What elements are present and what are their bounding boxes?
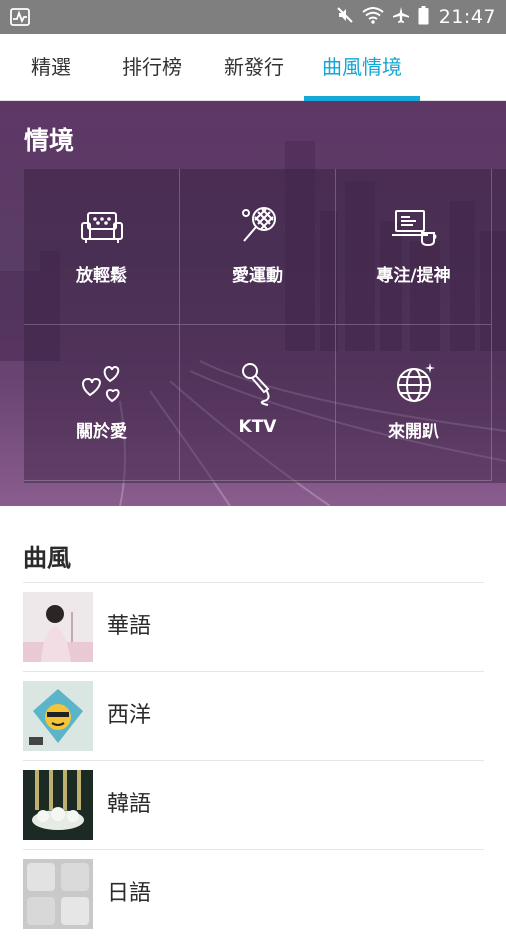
scenario-grid: 放輕鬆 愛運動 專注/提神 關於愛 KTV 來開趴	[24, 169, 506, 483]
hearts-icon	[24, 359, 179, 407]
status-clock: 21:47	[438, 6, 496, 28]
genre-label: 日語	[107, 881, 152, 906]
genre-label: 西洋	[107, 703, 152, 728]
pulse-icon	[10, 8, 30, 30]
laptop-coffee-icon	[336, 203, 491, 251]
status-bar: 21:47	[0, 0, 506, 34]
genre-item-western[interactable]: 西洋	[23, 671, 484, 760]
genre-thumbnail	[23, 859, 93, 929]
genre-section-title: 曲風	[23, 544, 71, 572]
genre-label: 華語	[107, 614, 152, 639]
scenario-love[interactable]: 關於愛	[24, 325, 180, 481]
scenario-section-title: 情境	[24, 126, 75, 155]
genre-thumbnail	[23, 770, 93, 840]
genre-list: 華語 西洋 韓語 日語	[23, 582, 484, 938]
battery-icon	[418, 5, 429, 29]
scenario-sports[interactable]: 愛運動	[180, 169, 336, 325]
airplane-icon	[392, 6, 410, 28]
scenario-focus[interactable]: 專注/提神	[336, 169, 492, 325]
tab-bar: 精選 排行榜 新發行 曲風情境	[0, 34, 506, 101]
scenario-section: 情境 放輕鬆 愛運動 專注/提神 關於愛 KTV 來開趴	[0, 101, 506, 506]
scenario-label: 來開趴	[388, 422, 439, 442]
scenario-label: 關於愛	[76, 422, 127, 442]
mute-icon	[336, 6, 354, 28]
scenario-ktv[interactable]: KTV	[180, 325, 336, 481]
genre-item-korean[interactable]: 韓語	[23, 760, 484, 849]
tennis-racket-icon	[180, 203, 335, 251]
tab-featured[interactable]: 精選	[18, 34, 84, 100]
genre-label: 韓語	[107, 792, 152, 817]
tab-new-releases[interactable]: 新發行	[214, 34, 294, 100]
scenario-party[interactable]: 來開趴	[336, 325, 492, 481]
microphone-icon	[180, 359, 335, 407]
sofa-icon	[24, 203, 179, 251]
tab-charts[interactable]: 排行榜	[112, 34, 192, 100]
scenario-relax[interactable]: 放輕鬆	[24, 169, 180, 325]
genre-item-mandarin[interactable]: 華語	[23, 582, 484, 671]
scenario-label: 專注/提神	[376, 266, 451, 286]
tab-genres-moods[interactable]: 曲風情境	[304, 34, 420, 100]
scenario-label: 放輕鬆	[76, 266, 127, 286]
genre-thumbnail	[23, 681, 93, 751]
wifi-icon	[362, 6, 384, 28]
disco-ball-icon	[336, 359, 491, 407]
scenario-label: KTV	[238, 417, 277, 437]
genre-item-japanese[interactable]: 日語	[23, 849, 484, 938]
genre-thumbnail	[23, 592, 93, 662]
scenario-label: 愛運動	[232, 266, 283, 286]
